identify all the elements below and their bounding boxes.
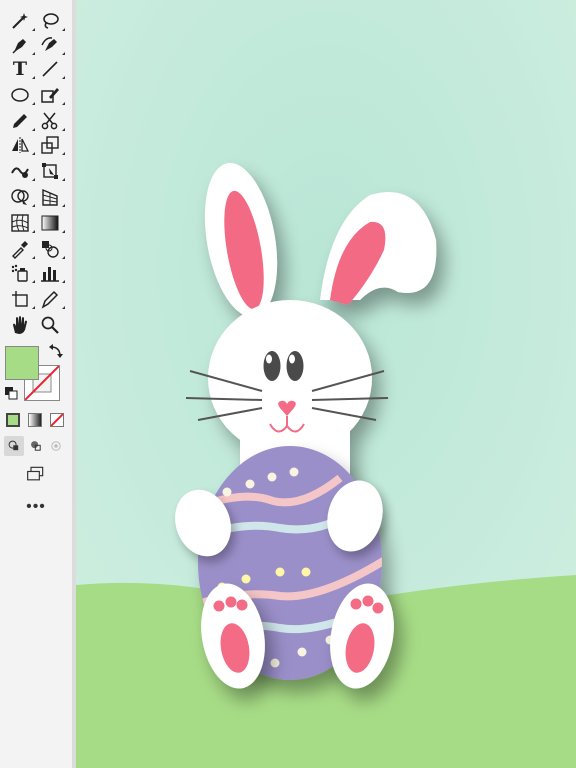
magic-wand-icon[interactable] [8, 10, 35, 32]
scissors-icon[interactable] [38, 110, 65, 132]
curvature-icon[interactable] [38, 34, 65, 56]
draw-normal-icon[interactable] [4, 436, 24, 456]
shaper-icon[interactable] [38, 84, 65, 106]
fill-swatch[interactable] [5, 346, 39, 380]
artboard-canvas[interactable] [76, 0, 576, 768]
scale-icon[interactable] [38, 134, 65, 156]
warp-icon[interactable] [8, 160, 35, 182]
type-icon-label: T [12, 58, 28, 80]
reflect-icon[interactable] [8, 134, 35, 156]
eyedropper-icon[interactable] [8, 238, 35, 260]
column-graph-icon[interactable] [38, 262, 65, 284]
slice-icon[interactable] [38, 288, 65, 310]
easter-bunny-artwork [76, 0, 576, 768]
artboard-icon[interactable] [8, 288, 35, 310]
draw-inside-icon[interactable] [46, 436, 66, 456]
color-mode-button[interactable] [6, 413, 20, 427]
pencil-icon[interactable] [8, 110, 35, 132]
type-icon[interactable]: T [8, 58, 35, 80]
default-fill-stroke-icon[interactable] [4, 386, 18, 400]
edit-toolbar-more-icon[interactable]: ••• [24, 498, 48, 516]
gradient-mode-button[interactable] [28, 413, 42, 427]
swap-fill-stroke-icon[interactable] [46, 344, 66, 360]
line-segment-icon[interactable] [38, 58, 65, 80]
ellipse-icon[interactable] [8, 84, 35, 106]
free-transform-icon[interactable] [38, 160, 65, 182]
lasso-icon[interactable] [38, 10, 65, 32]
shape-builder-icon[interactable] [8, 186, 35, 208]
symbol-sprayer-icon[interactable] [8, 262, 35, 284]
perspective-grid-icon[interactable] [38, 186, 65, 208]
gradient-icon[interactable] [38, 212, 65, 234]
draw-behind-icon[interactable] [26, 436, 46, 456]
none-mode-button[interactable] [50, 413, 64, 427]
blend-icon[interactable] [38, 238, 65, 260]
screen-mode-icon[interactable] [24, 464, 48, 484]
pen-icon[interactable] [8, 34, 35, 56]
hand-icon[interactable] [8, 314, 32, 336]
left-eye [263, 351, 281, 381]
zoom-icon[interactable] [38, 314, 62, 336]
mesh-icon[interactable] [8, 212, 35, 234]
right-eye [286, 351, 304, 381]
